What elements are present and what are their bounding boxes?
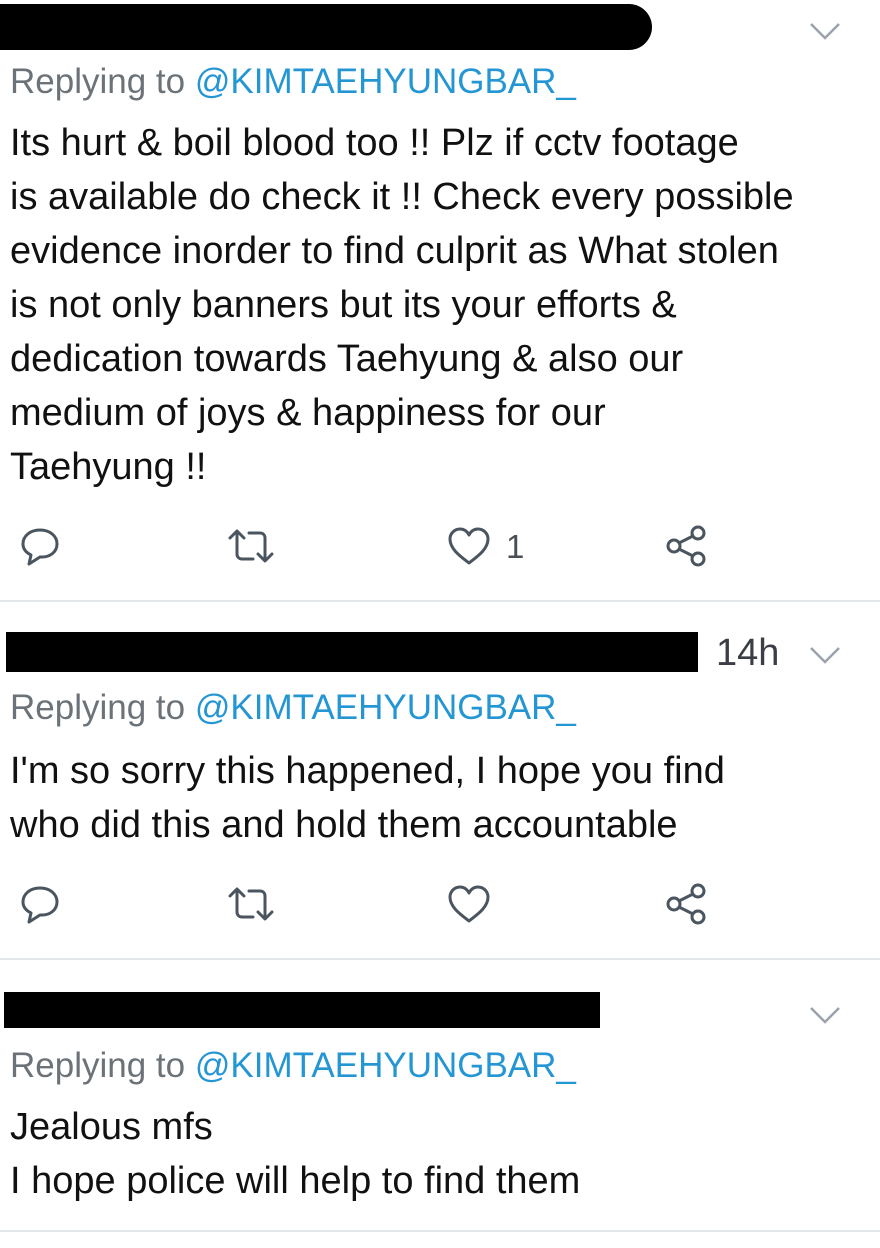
like-button[interactable]	[446, 882, 506, 926]
share-button[interactable]	[664, 524, 708, 568]
reply-button[interactable]	[18, 524, 62, 568]
tweet-1[interactable]: Replying to @KIMTAEHYUNGBAR_ Its hurt & …	[0, 0, 880, 600]
like-button[interactable]: 1	[446, 524, 524, 568]
like-count: 1	[506, 527, 525, 565]
retweet-icon	[228, 529, 274, 563]
retweet-button[interactable]	[226, 524, 276, 568]
share-icon	[666, 883, 706, 925]
tweet-text-line: is not only banners but its your efforts…	[10, 284, 677, 326]
retweet-icon	[228, 887, 274, 921]
replying-to: Replying to @KIMTAEHYUNGBAR_	[10, 64, 576, 99]
reply-handle-link[interactable]: @KIMTAEHYUNGBAR_	[195, 62, 576, 101]
replying-to-label: Replying to	[10, 62, 186, 101]
tweet-3[interactable]: Replying to @KIMTAEHYUNGBAR_ Jealous mfs…	[0, 960, 880, 1230]
tweet-text-line: who did this and hold them accountable	[10, 804, 678, 846]
retweet-button[interactable]	[226, 882, 276, 926]
chevron-down-icon[interactable]	[808, 20, 842, 42]
tweet-text-line: I'm so sorry this happened, I hope you f…	[10, 750, 725, 792]
tweet-2[interactable]: 14h Replying to @KIMTAEHYUNGBAR_ I'm so …	[0, 602, 880, 958]
tweet-text-line: dedication towards Taehyung & also our	[10, 338, 684, 380]
redacted-username	[6, 632, 698, 672]
reply-handle-link[interactable]: @KIMTAEHYUNGBAR_	[195, 688, 576, 727]
like-icon	[448, 527, 490, 565]
reply-button[interactable]	[18, 882, 62, 926]
tweet-text-line: is available do check it !! Check every …	[10, 176, 794, 218]
tweet-text-line: Its hurt & boil blood too !! Plz if cctv…	[10, 122, 739, 164]
tweet-text-line: Jealous mfs	[10, 1106, 213, 1148]
chevron-down-icon[interactable]	[808, 1004, 842, 1026]
redacted-username	[0, 4, 652, 50]
replying-to-label: Replying to	[10, 1046, 186, 1085]
tweet-text: Its hurt & boil blood too !! Plz if cctv…	[10, 116, 870, 494]
tweet-text-line: Taehyung !!	[10, 446, 207, 488]
tweet-text: I'm so sorry this happened, I hope you f…	[10, 744, 870, 852]
share-button[interactable]	[664, 882, 708, 926]
reply-handle-link[interactable]: @KIMTAEHYUNGBAR_	[195, 1046, 576, 1085]
reply-icon	[21, 528, 59, 566]
tweet-text-line: evidence inorder to find culprit as What…	[10, 230, 779, 272]
tweet-timestamp: 14h	[716, 632, 780, 674]
redacted-username	[4, 992, 600, 1028]
tweet-divider	[0, 1230, 880, 1232]
share-icon	[666, 525, 706, 567]
replying-to-label: Replying to	[10, 688, 186, 727]
tweet-text-line: I hope police will help to find them	[10, 1160, 581, 1202]
tweet-text-line: medium of joys & happiness for our	[10, 392, 606, 434]
replying-to: Replying to @KIMTAEHYUNGBAR_	[10, 1048, 576, 1083]
reply-icon	[21, 886, 59, 924]
replying-to: Replying to @KIMTAEHYUNGBAR_	[10, 690, 576, 725]
chevron-down-icon[interactable]	[808, 644, 842, 666]
like-icon	[448, 885, 490, 923]
tweet-text: Jealous mfs I hope police will help to f…	[10, 1100, 870, 1208]
